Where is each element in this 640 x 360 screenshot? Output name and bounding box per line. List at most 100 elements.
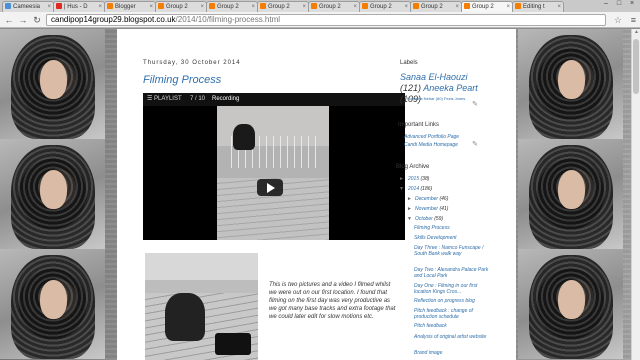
tab-close-icon[interactable]: ×: [200, 2, 204, 12]
archive-post[interactable]: Brand image: [414, 350, 442, 356]
background-photo: [518, 29, 623, 139]
archive-post[interactable]: Day Two : Alexandra Palace Park and Loca…: [414, 267, 489, 279]
tab-label: Group 2: [421, 4, 443, 10]
tab-6[interactable]: Group 2 ×: [308, 1, 360, 12]
wrench-icon[interactable]: ✎: [472, 141, 479, 148]
scroll-up-icon[interactable]: ▲: [632, 29, 640, 37]
blogger-icon: [413, 3, 419, 9]
archive-post[interactable]: Skills Development: [414, 235, 457, 241]
link-item[interactable]: Advanced Portfolio Page: [404, 134, 459, 140]
archive-post[interactable]: Pitch feedback: [414, 323, 447, 329]
url-path: /2014/10/filming-process.html: [175, 15, 281, 24]
menu-icon[interactable]: ≡: [631, 15, 636, 25]
tab-5[interactable]: Group 2 ×: [257, 1, 309, 12]
forward-icon[interactable]: →: [17, 14, 29, 26]
tab-close-icon[interactable]: ×: [455, 2, 459, 12]
address-bar[interactable]: candipop14group29.blogspot.co.uk/2014/10…: [46, 14, 606, 26]
tab-close-icon[interactable]: ×: [557, 2, 561, 12]
tab-close-icon[interactable]: ×: [353, 2, 357, 12]
tab-close-icon[interactable]: ×: [149, 2, 153, 12]
archive-post[interactable]: Filming Process: [414, 225, 450, 231]
archive-month[interactable]: October (59): [415, 216, 443, 222]
collapse-arrow-icon[interactable]: ▼: [399, 186, 404, 192]
tab-label: Group 2: [319, 4, 341, 10]
video-player[interactable]: ☰ PLAYLIST 7 / 10 Recording: [143, 93, 405, 240]
expand-arrow-icon[interactable]: ►: [407, 196, 412, 202]
labels-heading: Labels: [400, 60, 418, 66]
video-topbar: ☰ PLAYLIST 7 / 10 Recording: [143, 93, 405, 106]
playlist-button[interactable]: ☰ PLAYLIST: [147, 93, 182, 106]
tab-label: | Hus - D: [64, 4, 88, 10]
tab-0[interactable]: Cameesia ×: [2, 1, 54, 12]
archive-month[interactable]: November (41): [415, 206, 448, 212]
expand-arrow-icon[interactable]: ►: [407, 206, 412, 212]
link-item[interactable]: Candi Media Homepage: [404, 142, 458, 148]
post-photo[interactable]: [145, 253, 258, 360]
tab-10[interactable]: Editing t ×: [512, 1, 564, 12]
youtube-icon: [56, 3, 62, 9]
tab-1[interactable]: | Hus - D ×: [53, 1, 105, 12]
back-icon[interactable]: ←: [3, 14, 15, 26]
video-thumbnail: [217, 106, 329, 240]
blogger-icon: [362, 3, 368, 9]
url-host: candipop14group29.blogspot.co.uk: [51, 15, 176, 24]
archive-post[interactable]: Day One : Filming in our first location …: [414, 283, 489, 295]
blogger-icon: [311, 3, 317, 9]
tab-label: Group 2: [370, 4, 392, 10]
tab-close-icon[interactable]: ×: [98, 2, 102, 12]
label-link[interactable]: Sanaa El-Haouzi: [400, 72, 468, 83]
blogger-icon: [515, 3, 521, 9]
archive-post[interactable]: Analysis of original artist website: [414, 334, 489, 340]
tab-close-icon[interactable]: ×: [404, 2, 408, 12]
post-title[interactable]: Filming Process: [143, 74, 221, 86]
collapse-arrow-icon[interactable]: ▼: [407, 216, 412, 222]
tab-8[interactable]: Group 2 ×: [410, 1, 462, 12]
playlist-count: 7 / 10: [190, 96, 206, 102]
tab-4[interactable]: Group 2 ×: [206, 1, 258, 12]
archive-post[interactable]: Day Three : Namco Funscape / South Bank …: [414, 245, 489, 257]
tab-3[interactable]: Group 2 ×: [155, 1, 207, 12]
label-link[interactable]: Aneeka Peart: [423, 83, 478, 93]
tab-close-icon[interactable]: ×: [47, 2, 51, 12]
background-photo: [518, 249, 623, 359]
tab-label: Group 2: [268, 4, 290, 10]
labels-small[interactable]: Fornisha Nehar (60) Fezis Jones: [407, 96, 465, 101]
wrench-icon[interactable]: ✎: [472, 101, 479, 108]
archive-year[interactable]: 2015 (38): [408, 176, 429, 182]
maximize-icon[interactable]: □: [613, 0, 625, 8]
video-title[interactable]: Recording: [212, 93, 239, 106]
post-date: Thursday, 30 October 2014: [143, 60, 241, 66]
background-photo: [518, 139, 623, 249]
sidebar: Labels Sanaa El-Haouzi (121) Aneeka Pear…: [396, 29, 516, 360]
blogger-icon: [209, 3, 215, 9]
play-icon[interactable]: [257, 179, 283, 196]
blog-content: Thursday, 30 October 2014 Filming Proces…: [117, 29, 516, 360]
close-window-icon[interactable]: ×: [626, 0, 638, 8]
page-viewport: Thursday, 30 October 2014 Filming Proces…: [0, 29, 640, 360]
tab-label: Group 2: [166, 4, 188, 10]
expand-arrow-icon[interactable]: ►: [399, 176, 404, 182]
archive-month[interactable]: December (46): [415, 196, 448, 202]
archive-post[interactable]: Reflection on progress blog: [414, 298, 475, 304]
scroll-thumb[interactable]: [633, 39, 639, 94]
bookmark-star-icon[interactable]: ☆: [614, 15, 622, 25]
archive-year[interactable]: 2014 (186): [408, 186, 432, 192]
blogger-icon: [5, 3, 11, 9]
browser-toolbar: ← → ↻ candipop14group29.blogspot.co.uk/2…: [0, 12, 640, 28]
tab-close-icon[interactable]: ×: [302, 2, 306, 12]
post-body: This is two pictures and a video I filme…: [269, 282, 396, 320]
archive-post[interactable]: Pitch feedback : change of production sc…: [414, 308, 489, 320]
minimize-icon[interactable]: –: [600, 0, 612, 8]
reload-icon[interactable]: ↻: [31, 14, 43, 26]
blogger-icon: [464, 3, 470, 9]
tab-2[interactable]: Blogger ×: [104, 1, 156, 12]
blogger-icon: [107, 3, 113, 9]
tab-close-icon[interactable]: ×: [251, 2, 255, 12]
blogger-icon: [158, 3, 164, 9]
tab-9-active[interactable]: Group 2 ×: [461, 1, 513, 12]
tab-label: Editing t: [523, 4, 545, 10]
tab-7[interactable]: Group 2 ×: [359, 1, 411, 12]
tab-close-icon[interactable]: ×: [506, 2, 510, 12]
vertical-scrollbar[interactable]: ▲: [631, 29, 640, 360]
background-photo: [0, 29, 105, 139]
